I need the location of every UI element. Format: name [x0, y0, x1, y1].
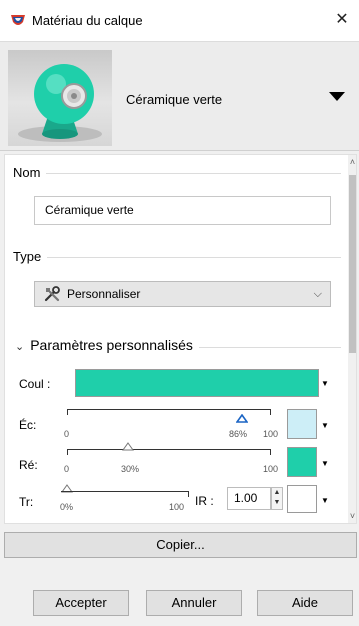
close-button[interactable]: ✕	[331, 9, 353, 31]
transparency-color-swatch[interactable]	[287, 485, 317, 513]
type-group-label: Type	[13, 249, 48, 264]
tools-icon	[44, 286, 60, 302]
refraction-color-swatch[interactable]	[287, 447, 317, 477]
scroll-down-icon[interactable]: ˅	[348, 509, 356, 523]
material-thumbnail[interactable]	[8, 50, 112, 146]
transparency-min: 0%	[60, 502, 74, 512]
material-preview-panel: Céramique verte	[0, 41, 359, 151]
transparency-slider-track[interactable]	[61, 491, 189, 497]
reflection-color-swatch[interactable]	[287, 409, 317, 439]
transparency-max: 100	[169, 502, 185, 512]
custom-params-label: Paramètres personnalisés	[30, 337, 193, 353]
color-dropdown-arrow-icon[interactable]: ▼	[321, 379, 329, 388]
collapse-caret-icon: ⌄	[15, 341, 25, 353]
scroll-up-icon[interactable]: ˄	[348, 155, 356, 169]
name-input[interactable]: Céramique verte	[34, 196, 331, 225]
cancel-button[interactable]: Annuler	[146, 590, 242, 616]
name-group-label: Nom	[13, 165, 47, 180]
transparency-dropdown-arrow-icon[interactable]: ▼	[321, 496, 329, 505]
custom-params-header[interactable]: ⌄ Paramètres personnalisés	[15, 337, 199, 353]
reflection-label: Éc:	[19, 418, 37, 432]
name-group-divider	[15, 173, 341, 174]
window-title: Matériau du calque	[32, 13, 143, 28]
color-label: Coul :	[19, 377, 51, 391]
reflection-slider-thumb[interactable]	[236, 414, 249, 423]
properties-panel[interactable]: Nom Céramique verte Type Personnaliser ⌵…	[4, 154, 357, 524]
refraction-label: Ré:	[19, 458, 38, 472]
reflection-dropdown-arrow-icon[interactable]: ▼	[321, 421, 329, 430]
color-swatch[interactable]	[75, 369, 319, 397]
scrollbar-thumb[interactable]	[349, 175, 356, 353]
type-select[interactable]: Personnaliser ⌵	[34, 281, 331, 307]
refraction-min: 0	[64, 464, 70, 474]
refraction-max: 100	[263, 464, 279, 474]
thumbnail-image	[18, 64, 102, 142]
title-bar: Matériau du calque ✕	[0, 0, 359, 41]
vertical-scrollbar[interactable]: ˄ ˅	[348, 155, 356, 523]
material-name-label: Céramique verte	[126, 92, 223, 107]
refraction-value: 30%	[121, 464, 140, 474]
refraction-slider-track[interactable]	[67, 449, 271, 455]
type-select-value: Personnaliser	[67, 287, 141, 301]
ir-label: IR :	[195, 494, 214, 508]
material-app-icon	[11, 15, 25, 25]
refraction-dropdown-arrow-icon[interactable]: ▼	[321, 459, 329, 468]
transparency-label: Tr:	[19, 495, 34, 509]
preview-dropdown-arrow-icon[interactable]	[329, 92, 345, 101]
close-icon: ✕	[335, 11, 349, 28]
stepper-down-icon[interactable]: ▼	[272, 498, 282, 508]
stepper-up-icon[interactable]: ▲	[272, 488, 282, 498]
chevron-down-icon: ⌵	[313, 288, 322, 300]
reflection-value: 86%	[229, 429, 248, 439]
ir-stepper[interactable]: ▲ ▼	[271, 487, 283, 510]
refraction-slider-thumb[interactable]	[122, 442, 135, 451]
ir-input[interactable]: 1.00	[227, 487, 271, 510]
reflection-max: 100	[263, 429, 279, 439]
accept-button[interactable]: Accepter	[33, 590, 129, 616]
type-group-divider	[15, 257, 341, 258]
reflection-min: 0	[64, 429, 70, 439]
help-button[interactable]: Aide	[257, 590, 353, 616]
copy-button[interactable]: Copier...	[4, 532, 357, 558]
